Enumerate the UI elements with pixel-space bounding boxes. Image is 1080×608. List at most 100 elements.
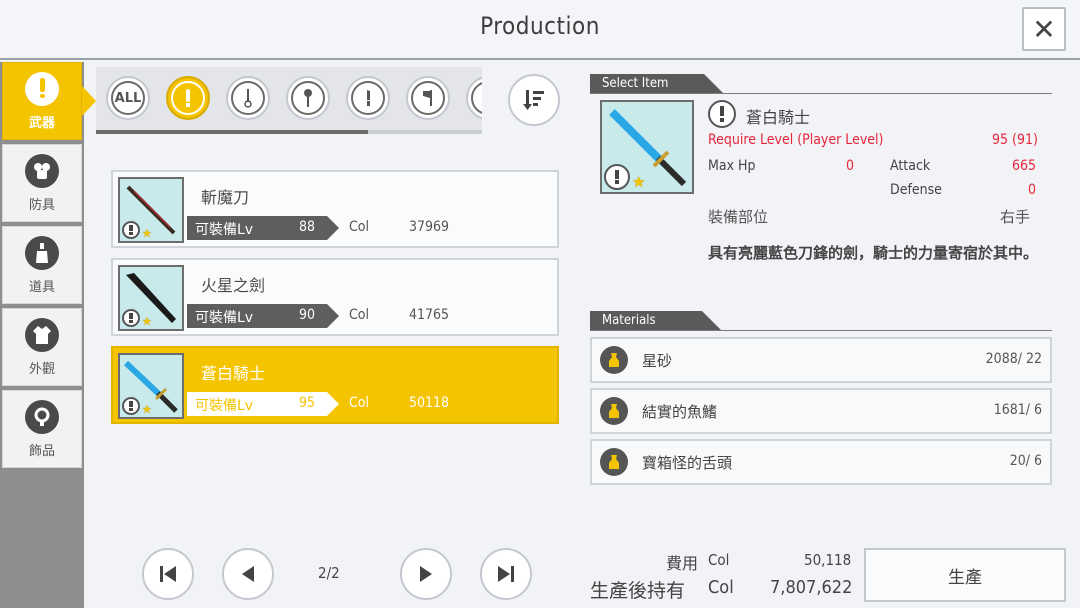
category-armor[interactable]: 防具 <box>2 144 82 222</box>
selected-item-thumbnail: ★ <box>600 100 694 194</box>
dagger-icon <box>351 81 385 115</box>
filter-one-handed-sword-button[interactable] <box>166 76 210 120</box>
material-count: 1681/ 6 <box>993 402 1042 418</box>
item-thumbnail: ★ <box>118 265 184 331</box>
item-thumbnail: ★ <box>118 177 184 243</box>
sword-icon <box>171 81 205 115</box>
filter-mace-button[interactable] <box>286 76 330 120</box>
rarity-star-icon: ★ <box>142 403 152 416</box>
previous-page-button[interactable] <box>222 548 274 600</box>
level-requirement: 可裝備Lv 95 <box>187 392 339 416</box>
category-accessories[interactable]: 飾品 <box>2 390 82 468</box>
fee-unit: Col <box>708 551 730 569</box>
sword-icon <box>25 71 59 106</box>
category-items[interactable]: 道具 <box>2 226 82 304</box>
col-label: Col <box>349 307 370 323</box>
weapon-type-icon <box>604 164 630 190</box>
sort-button[interactable] <box>508 74 560 126</box>
col-label: Col <box>349 219 370 235</box>
defense-label: Defense <box>890 182 942 198</box>
section-title: Select Item <box>602 76 669 91</box>
category-appearance[interactable]: 外觀 <box>2 308 82 386</box>
active-indicator <box>82 86 96 116</box>
selected-item-name: 蒼白騎士 <box>746 108 811 127</box>
material-bag-icon <box>600 346 628 374</box>
material-bag-icon <box>600 397 628 425</box>
recipe-list-item[interactable]: ★ 斬魔刀 可裝備Lv 88 Col 37969 <box>111 170 559 248</box>
item-name: 蒼白騎士 <box>201 364 266 383</box>
level-label: 可裝備Lv <box>195 398 254 414</box>
category-weapons[interactable]: 武器 <box>2 62 82 140</box>
require-level-value: 95 (91) <box>992 132 1038 148</box>
level-value: 90 <box>298 307 315 323</box>
page-indicator: 2/2 <box>318 564 340 582</box>
category-label: 外觀 <box>28 361 55 377</box>
level-value: 88 <box>298 219 315 235</box>
recipe-list-item[interactable]: ★ 火星之劍 可裝備Lv 90 Col 41765 <box>111 258 559 336</box>
first-page-button[interactable] <box>142 548 194 600</box>
last-page-button[interactable] <box>480 548 532 600</box>
produce-label: 生產 <box>948 567 982 588</box>
material-name: 星砂 <box>642 352 673 370</box>
divider <box>590 330 1052 331</box>
held-after-value: 7,807,622 <box>770 577 853 598</box>
sort-icon <box>523 90 544 110</box>
fee-label: 費用 <box>666 554 699 573</box>
produce-button[interactable]: 生產 <box>864 548 1066 602</box>
previous-icon <box>242 566 254 582</box>
material-bag-icon <box>600 448 628 476</box>
rarity-star-icon: ★ <box>632 173 646 191</box>
col-label: Col <box>349 395 370 411</box>
recipe-list-item[interactable]: ★ 蒼白騎士 可裝備Lv 95 Col 50118 <box>111 346 559 424</box>
item-name: 火星之劍 <box>201 276 266 295</box>
filter-scrollbar[interactable] <box>96 130 482 134</box>
filter-dagger-button[interactable] <box>346 76 390 120</box>
weapon-type-icon <box>122 397 140 415</box>
category-label: 道具 <box>28 279 55 295</box>
material-count: 2088/ 22 <box>985 351 1042 367</box>
rapier-icon <box>231 81 265 115</box>
col-value: 50118 <box>409 395 450 411</box>
filter-all-button[interactable]: ALL <box>106 76 150 120</box>
max-hp-value: 0 <box>846 158 855 174</box>
held-after-unit: Col <box>708 577 734 598</box>
category-label: 武器 <box>28 115 55 131</box>
weapon-type-icon <box>122 309 140 327</box>
require-level-label: Require Level (Player Level) <box>708 132 884 148</box>
filter-more-button[interactable] <box>466 76 482 120</box>
material-row[interactable]: 結實的魚鰭 1681/ 6 <box>590 388 1052 434</box>
max-hp-label: Max Hp <box>708 158 756 174</box>
material-count: 20/ 6 <box>1009 453 1042 469</box>
category-label: 防具 <box>28 197 55 213</box>
fee-value: 50,118 <box>804 551 852 569</box>
filter-rapier-button[interactable] <box>226 76 270 120</box>
material-name: 寶箱怪的舌頭 <box>642 454 733 472</box>
category-sidebar: 武器 防具 道具 外觀 飾品 <box>0 62 96 608</box>
rarity-star-icon: ★ <box>142 315 152 328</box>
material-row[interactable]: 星砂 2088/ 22 <box>590 337 1052 383</box>
item-description: 具有亮麗藍色刀鋒的劍，騎士的力量寄宿於其中。 <box>708 244 1039 262</box>
attack-value: 665 <box>1012 158 1037 174</box>
level-value: 95 <box>298 395 315 411</box>
first-page-icon <box>160 566 176 582</box>
col-value: 41765 <box>409 307 450 323</box>
material-row[interactable]: 寶箱怪的舌頭 20/ 6 <box>590 439 1052 485</box>
item-name: 斬魔刀 <box>201 188 250 207</box>
sword-icon <box>708 100 736 128</box>
next-page-button[interactable] <box>400 548 452 600</box>
filter-all-label: ALL <box>114 90 142 106</box>
close-icon: ✕ <box>1032 12 1056 46</box>
defense-value: 0 <box>1028 182 1037 198</box>
level-requirement: 可裝備Lv 90 <box>187 304 339 328</box>
filter-axe-button[interactable] <box>406 76 450 120</box>
outfit-icon <box>25 317 59 352</box>
weapon-type-icon <box>122 221 140 239</box>
equip-slot-label: 裝備部位 <box>708 208 769 226</box>
axe-icon <box>411 81 445 115</box>
item-thumbnail: ★ <box>118 353 184 419</box>
level-requirement: 可裝備Lv 88 <box>187 216 339 240</box>
last-page-icon <box>498 566 514 582</box>
material-name: 結實的魚鰭 <box>642 403 718 421</box>
close-button[interactable]: ✕ <box>1022 7 1066 51</box>
page-title: Production <box>480 12 600 40</box>
